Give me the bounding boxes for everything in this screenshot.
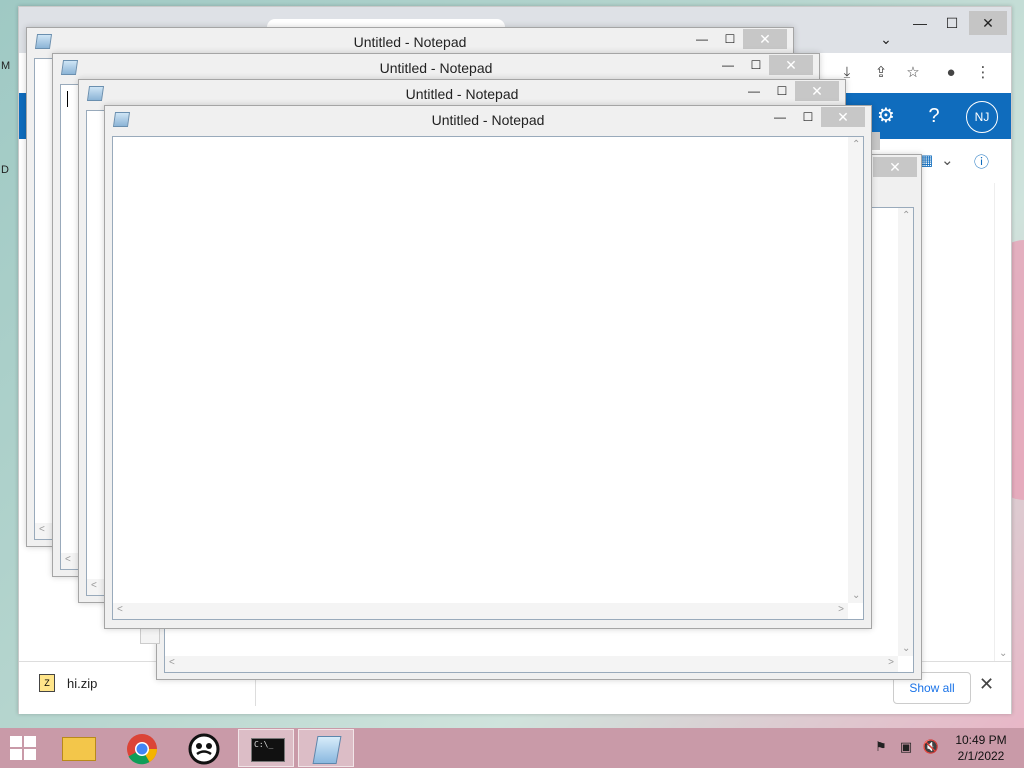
taskbar-notepad[interactable]: [298, 729, 354, 767]
action-center-flag-icon[interactable]: ⚑: [872, 738, 890, 756]
window-title: Untitled - Notepad: [379, 60, 493, 76]
tab-search-dropdown[interactable]: ⌄: [869, 27, 903, 51]
clock-time: 10:49 PM: [955, 733, 1007, 747]
taskbar-command-prompt[interactable]: C:\_: [238, 729, 294, 767]
command-prompt-icon: C:\_: [251, 738, 285, 762]
notepad-window[interactable]: Untitled - Notepad — ☐ ✕ ⌃ ⌄ < >: [104, 105, 872, 629]
scroll-down-arrow-icon[interactable]: ⌄: [999, 648, 1007, 659]
start-button[interactable]: [10, 736, 36, 760]
taskbar-file-explorer[interactable]: [50, 729, 106, 767]
minimize-button[interactable]: —: [741, 81, 767, 101]
maximize-button[interactable]: ☐: [769, 81, 795, 101]
download-file-name[interactable]: hi.zip: [67, 676, 97, 691]
desktop-edge-letter: M: [1, 60, 11, 72]
chrome-maximize-button[interactable]: ☐: [935, 11, 969, 35]
chrome-icon: [127, 734, 157, 765]
clock-date: 2/1/2022: [957, 749, 1005, 763]
profile-icon[interactable]: ●: [939, 61, 963, 85]
window-title: Untitled - Notepad: [431, 112, 545, 128]
folder-icon: [62, 737, 96, 761]
horizontal-scrollbar[interactable]: < >: [165, 656, 898, 672]
minimize-button[interactable]: —: [715, 55, 741, 75]
taskbar-chrome[interactable]: [114, 729, 170, 767]
close-button[interactable]: ✕: [769, 55, 813, 75]
gear-icon[interactable]: ⚙: [871, 101, 901, 131]
taskbar-agent-app[interactable]: [176, 729, 232, 767]
text-caret: [67, 91, 68, 107]
help-icon[interactable]: ?: [919, 101, 949, 131]
minimize-button[interactable]: —: [689, 29, 715, 49]
chevron-down-icon[interactable]: ⌄: [941, 151, 954, 169]
share-icon[interactable]: ⇪: [869, 61, 893, 85]
chrome-close-button[interactable]: ✕: [969, 11, 1007, 35]
notepad-icon: [312, 736, 342, 764]
chrome-scrollbar[interactable]: ⌄: [994, 183, 1011, 661]
close-button[interactable]: ✕: [795, 81, 839, 101]
maximize-button[interactable]: ☐: [795, 107, 821, 127]
star-icon[interactable]: ☆: [901, 61, 925, 85]
minimize-button[interactable]: —: [767, 107, 793, 127]
horizontal-scrollbar[interactable]: < >: [113, 603, 848, 619]
volume-muted-icon[interactable]: 🔇: [922, 738, 940, 756]
zip-file-icon: Z: [39, 674, 55, 692]
agent-app-icon: [188, 733, 220, 765]
text-area[interactable]: ⌃ ⌄ < >: [112, 136, 864, 620]
chrome-minimize-button[interactable]: —: [903, 11, 937, 35]
taskbar: C:\_ ⚑ ▣ 🔇 10:49 PM 2/1/2022: [0, 728, 1024, 768]
maximize-button[interactable]: ☐: [743, 55, 769, 75]
desktop-edge-letter: D: [1, 164, 9, 176]
maximize-button[interactable]: ☐: [717, 29, 743, 49]
clock[interactable]: 10:49 PM 2/1/2022: [946, 732, 1016, 764]
title-bar[interactable]: Untitled - Notepad — ☐ ✕: [27, 28, 793, 54]
window-title: Untitled - Notepad: [353, 34, 467, 50]
title-bar[interactable]: Untitled - Notepad — ☐ ✕: [79, 80, 845, 106]
download-bar-close-button[interactable]: ✕: [979, 674, 994, 695]
scroll-left-arrow-icon[interactable]: <: [117, 604, 123, 615]
scroll-up-arrow-icon[interactable]: ⌃: [852, 139, 860, 150]
close-button[interactable]: ✕: [821, 107, 865, 127]
avatar[interactable]: NJ: [966, 101, 998, 133]
window-title: Untitled - Notepad: [405, 86, 519, 102]
title-bar[interactable]: Untitled - Notepad — ☐ ✕: [53, 54, 819, 80]
scroll-right-arrow-icon[interactable]: >: [838, 604, 844, 615]
vertical-scrollbar[interactable]: ⌃ ⌄: [898, 208, 913, 656]
vertical-scrollbar[interactable]: ⌃ ⌄: [848, 137, 863, 603]
info-icon[interactable]: ⓘ: [974, 151, 989, 172]
close-button[interactable]: ✕: [743, 29, 787, 49]
network-icon[interactable]: ▣: [897, 738, 915, 756]
more-icon[interactable]: ⋮: [971, 61, 995, 85]
title-bar[interactable]: Untitled - Notepad — ☐ ✕: [105, 106, 871, 132]
scroll-down-arrow-icon[interactable]: ⌄: [852, 590, 860, 601]
